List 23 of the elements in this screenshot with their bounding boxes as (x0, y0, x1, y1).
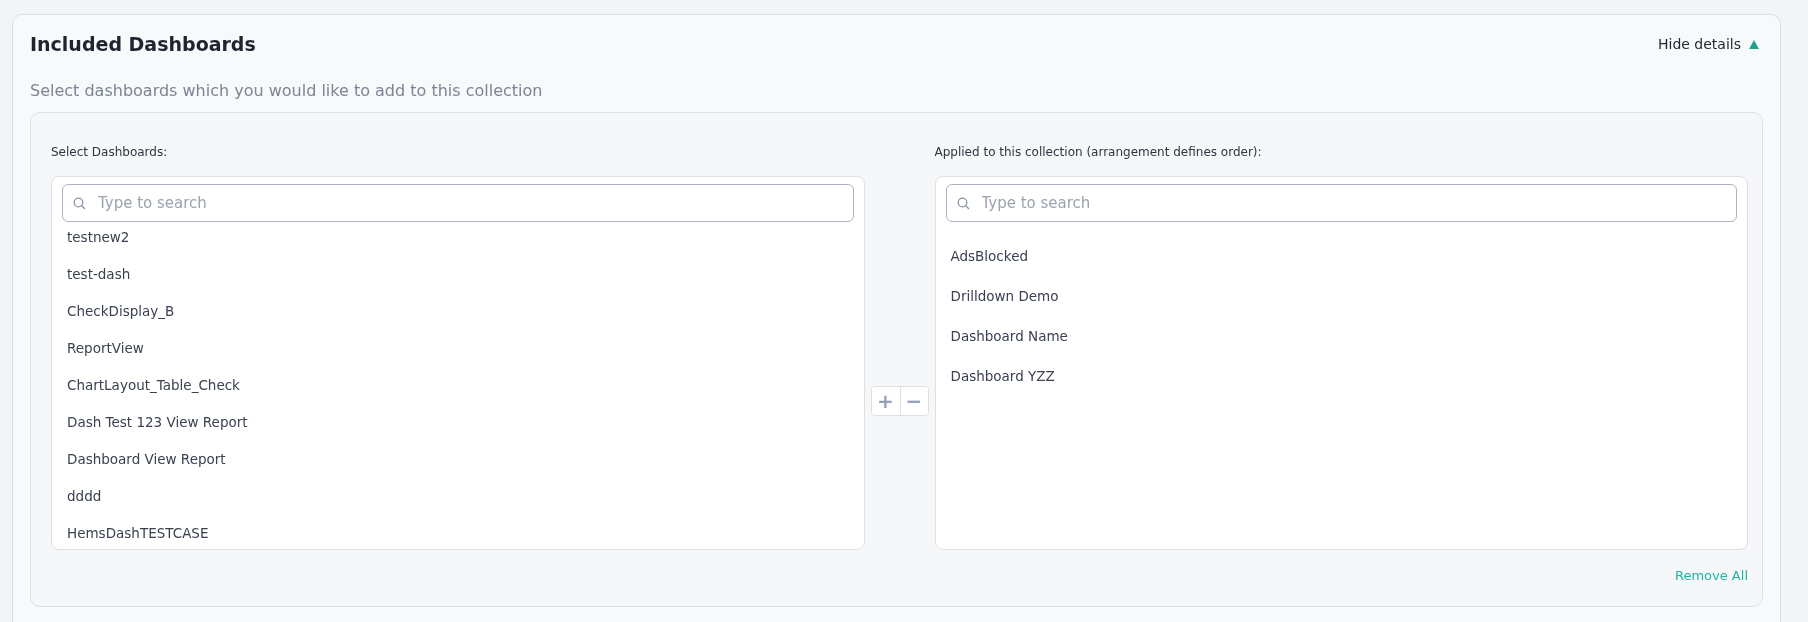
list-item[interactable]: HemsDashTESTCASE (62, 522, 854, 549)
triangle-icon (1749, 39, 1759, 49)
list-item[interactable]: Drilldown Demo (945, 288, 1737, 328)
list-item[interactable]: ReportView (62, 337, 854, 374)
search-field[interactable]: Type to search (62, 184, 854, 222)
list-item[interactable]: ChartLayout_Table_Check (62, 374, 854, 411)
list-item[interactable]: test-dash (62, 263, 854, 300)
list-item[interactable]: CheckDisplay_B (62, 300, 854, 337)
list-item[interactable]: Dash Test 123 View Report (62, 411, 854, 448)
list-item[interactable]: Dashboard Name (945, 328, 1737, 368)
search-icon (73, 197, 86, 210)
list-label: Applied to this collection (arrangement defines order): (934, 145, 1263, 161)
hide-details-toggle[interactable]: Hide details (1658, 36, 1763, 52)
list-item[interactable]: AdsBlocked (945, 248, 1737, 288)
search-icon (956, 197, 970, 210)
section-title: Included Dashboards (30, 33, 256, 55)
list-item[interactable]: Dashboard View Report (62, 448, 854, 485)
list-item[interactable]: testnew2 (62, 226, 854, 263)
list-label: Select Dashboards: (51, 145, 169, 161)
list-item[interactable]: dddd (62, 485, 854, 522)
search-field[interactable]: Type to search (945, 184, 1737, 222)
section-subtitle: Select dashboards which you would like to add to this collection (30, 81, 544, 100)
list-item[interactable]: Dashboard YZZ (945, 368, 1737, 408)
